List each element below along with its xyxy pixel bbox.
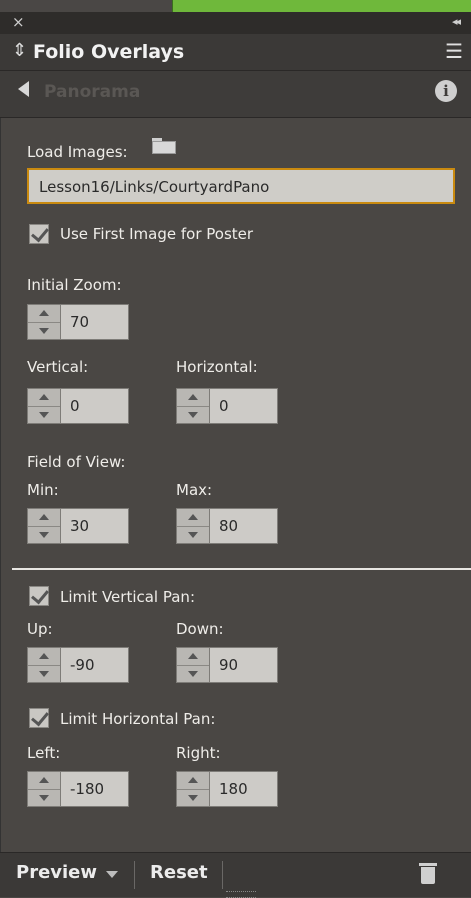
stepper-up-icon[interactable]	[28, 509, 60, 527]
chevron-down-icon[interactable]	[106, 871, 118, 878]
horizontal-label: Horizontal:	[176, 358, 258, 376]
load-images-label: Load Images:	[27, 143, 128, 161]
vertical-value[interactable]: 0	[61, 388, 129, 424]
stepper-arrows[interactable]	[176, 647, 210, 683]
footer-divider	[222, 861, 223, 889]
stepper-up-icon[interactable]	[28, 305, 60, 323]
info-icon[interactable]: i	[435, 80, 457, 102]
preview-button[interactable]: Preview	[16, 862, 97, 883]
initial-zoom-value[interactable]: 70	[61, 304, 129, 340]
stepper-up-icon[interactable]	[177, 772, 209, 790]
panel-titlebar: × ◂◂	[0, 12, 471, 35]
limit-horizontal-pan-checkbox[interactable]	[29, 708, 49, 728]
stepper-arrows[interactable]	[176, 508, 210, 544]
trash-icon[interactable]	[419, 863, 437, 885]
initial-zoom-stepper[interactable]: 70	[27, 304, 129, 340]
reset-button[interactable]: Reset	[150, 862, 208, 883]
right-stepper[interactable]: 180	[176, 771, 278, 807]
right-label: Right:	[176, 744, 221, 762]
stepper-arrows[interactable]	[176, 771, 210, 807]
stepper-up-icon[interactable]	[28, 389, 60, 407]
breadcrumb-label: Panorama	[44, 82, 141, 102]
fov-max-value[interactable]: 80	[210, 508, 278, 544]
down-stepper[interactable]: 90	[176, 647, 278, 683]
panel-menu-icon[interactable]: ☰	[445, 39, 463, 63]
limit-horizontal-pan-label: Limit Horizontal Pan:	[60, 710, 216, 728]
double-chevron-icon[interactable]: ◂◂	[452, 15, 461, 28]
sort-updown-icon[interactable]: ⇕	[12, 40, 27, 61]
vertical-label: Vertical:	[27, 358, 89, 376]
stepper-up-icon[interactable]	[177, 648, 209, 666]
up-stepper[interactable]: -90	[27, 647, 129, 683]
limit-vertical-pan-checkbox[interactable]	[29, 586, 49, 606]
fov-min-value[interactable]: 30	[61, 508, 129, 544]
stepper-up-icon[interactable]	[28, 772, 60, 790]
initial-zoom-label: Initial Zoom:	[27, 276, 122, 294]
stepper-up-icon[interactable]	[177, 389, 209, 407]
limit-vertical-pan-label: Limit Vertical Pan:	[60, 588, 195, 606]
horizontal-stepper[interactable]: 0	[176, 388, 278, 424]
close-icon[interactable]: ×	[12, 13, 25, 31]
horizontal-value[interactable]: 0	[210, 388, 278, 424]
fov-max-stepper[interactable]: 80	[176, 508, 278, 544]
down-label: Down:	[176, 620, 224, 638]
fov-min-stepper[interactable]: 30	[27, 508, 129, 544]
field-of-view-label: Field of View:	[27, 453, 126, 471]
panel-footer: Preview Reset	[0, 852, 471, 898]
stepper-arrows[interactable]	[27, 508, 61, 544]
section-divider	[12, 568, 471, 570]
breadcrumb: Panorama i	[0, 71, 471, 118]
stepper-arrows[interactable]	[27, 388, 61, 424]
fov-max-label: Max:	[176, 481, 213, 499]
stepper-arrows[interactable]	[27, 304, 61, 340]
folder-icon[interactable]	[152, 138, 176, 154]
stepper-arrows[interactable]	[27, 771, 61, 807]
left-value[interactable]: -180	[61, 771, 129, 807]
right-value[interactable]: 180	[210, 771, 278, 807]
resize-grip[interactable]	[226, 891, 256, 898]
image-path-field[interactable]: Lesson16/Links/CourtyardPano	[27, 168, 455, 204]
back-arrow-icon[interactable]	[18, 81, 29, 97]
footer-divider	[134, 861, 135, 889]
down-value[interactable]: 90	[210, 647, 278, 683]
use-first-image-checkbox[interactable]	[29, 224, 49, 244]
fov-min-label: Min:	[27, 481, 59, 499]
left-stepper[interactable]: -180	[27, 771, 129, 807]
vertical-stepper[interactable]: 0	[27, 388, 129, 424]
stepper-arrows[interactable]	[176, 388, 210, 424]
left-label: Left:	[27, 744, 61, 762]
panel-header: ⇕ Folio Overlays ☰	[0, 34, 471, 71]
panel-title[interactable]: Folio Overlays	[33, 41, 184, 63]
up-value[interactable]: -90	[61, 647, 129, 683]
stepper-up-icon[interactable]	[28, 648, 60, 666]
stepper-up-icon[interactable]	[177, 509, 209, 527]
up-label: Up:	[27, 620, 53, 638]
stepper-arrows[interactable]	[27, 647, 61, 683]
use-first-image-label: Use First Image for Poster	[60, 225, 254, 243]
